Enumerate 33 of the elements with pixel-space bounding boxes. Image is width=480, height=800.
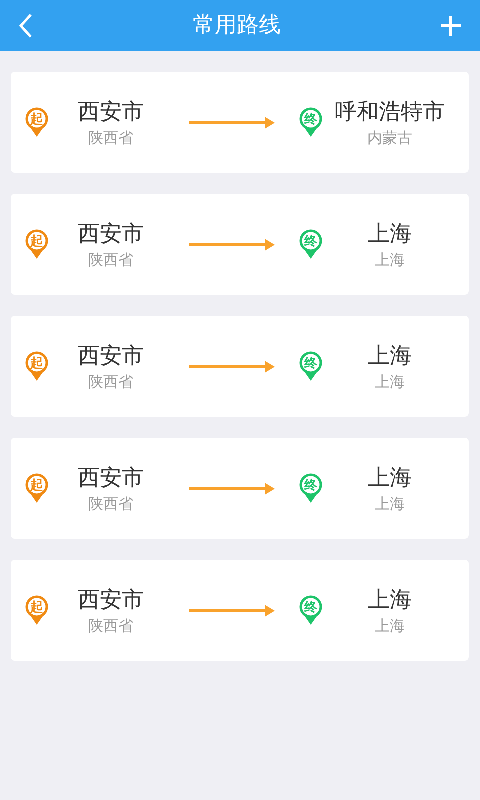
route-card[interactable]: 起 西安市 陕西省 终 上海 上海 <box>11 194 469 295</box>
province-name: 上海 <box>375 250 405 270</box>
add-icon[interactable] <box>440 14 462 36</box>
province-name: 上海 <box>375 372 405 392</box>
page-title: 常用路线 <box>193 12 281 40</box>
city-name: 上海 <box>368 586 412 614</box>
route-card[interactable]: 起 西安市 陕西省 终 上海 上海 <box>11 316 469 417</box>
arrow-icon <box>189 116 275 128</box>
arrow-icon <box>189 604 275 616</box>
province-name: 陕西省 <box>88 494 134 514</box>
city-name: 上海 <box>368 464 412 492</box>
province-name: 陕西省 <box>88 372 134 392</box>
route-card[interactable]: 起 西安市 陕西省 终 上海 上海 <box>11 560 469 661</box>
city-name: 西安市 <box>78 98 144 126</box>
province-name: 陕西省 <box>88 128 134 148</box>
province-name: 上海 <box>375 494 405 514</box>
city-name: 西安市 <box>78 464 144 492</box>
city-name: 呼和浩特市 <box>335 98 445 126</box>
city-name: 上海 <box>368 220 412 248</box>
province-name: 内蒙古 <box>368 128 412 148</box>
route-card[interactable]: 起 西安市 陕西省 终 上海 上海 <box>11 438 469 539</box>
city-name: 上海 <box>368 342 412 370</box>
route-card[interactable]: 起 西安市 陕西省 终 呼和浩特市 内蒙古 <box>11 72 469 173</box>
province-name: 陕西省 <box>88 250 134 270</box>
city-name: 西安市 <box>78 586 144 614</box>
province-name: 上海 <box>375 616 405 636</box>
city-name: 西安市 <box>78 220 144 248</box>
back-icon[interactable] <box>18 12 34 38</box>
city-name: 西安市 <box>78 342 144 370</box>
arrow-icon <box>189 360 275 372</box>
arrow-icon <box>189 238 275 250</box>
arrow-icon <box>189 482 275 494</box>
province-name: 陕西省 <box>88 616 134 636</box>
